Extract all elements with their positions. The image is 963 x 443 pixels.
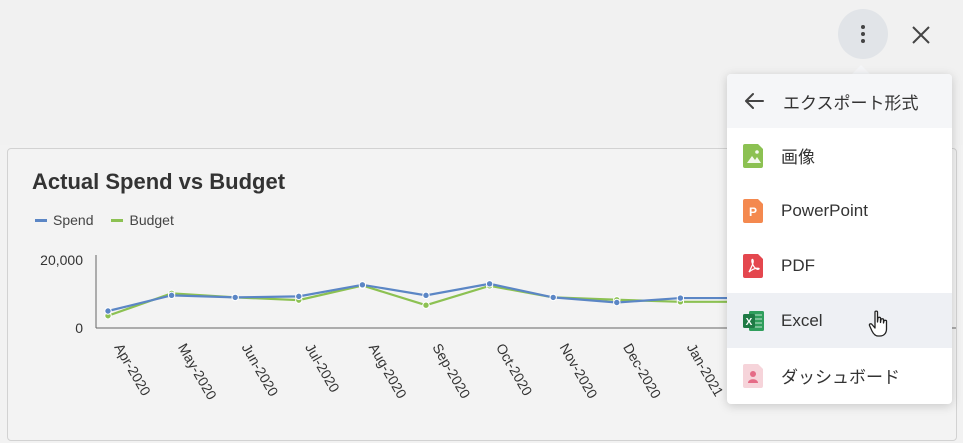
export-powerpoint-item[interactable]: P PowerPoint [727, 183, 952, 238]
data-point-spend [358, 281, 367, 289]
series-line-spend [107, 282, 808, 313]
y-tick-label: 0 [75, 320, 83, 336]
powerpoint-file-letter: P [749, 205, 757, 219]
export-menu-title: エクスポート形式 [783, 93, 919, 113]
pdf-file-icon [743, 253, 763, 278]
x-tick-label: Nov-2020 [557, 341, 601, 402]
x-tick-label: Apr-2020 [111, 341, 154, 399]
excel-file-icon: X [743, 310, 764, 331]
export-pdf-label: PDF [781, 255, 815, 275]
data-point-spend [549, 293, 557, 302]
data-point-spend [104, 307, 112, 315]
powerpoint-file-icon: P [743, 198, 763, 223]
export-excel-label: Excel [781, 310, 823, 330]
x-tick-label: Jan-2021 [684, 341, 727, 400]
export-image-label: 画像 [781, 148, 815, 167]
x-tick-label: Jun-2020 [239, 341, 282, 400]
x-tick-label: Dec-2020 [620, 341, 664, 402]
export-menu-header[interactable]: エクスポート形式 [727, 74, 952, 128]
x-tick-label: Jul-2020 [302, 341, 343, 396]
data-point-budget [422, 301, 430, 309]
x-tick-label: May-2020 [175, 341, 220, 403]
data-point-spend [422, 291, 430, 300]
image-file-icon [743, 143, 763, 168]
data-point-spend [676, 294, 685, 302]
data-point-spend [231, 293, 239, 302]
export-powerpoint-label: PowerPoint [781, 200, 868, 220]
hand-pointer-icon [868, 310, 888, 337]
x-tick-label: Sep-2020 [429, 341, 473, 402]
more-vertical-icon [861, 25, 865, 43]
export-dashboard-label: ダッシュボード [781, 368, 900, 387]
x-tick-label: Oct-2020 [493, 341, 536, 399]
export-excel-item[interactable]: X Excel [727, 293, 952, 348]
data-point-spend [295, 292, 303, 301]
data-point-spend [613, 298, 621, 307]
close-icon [912, 26, 930, 44]
excel-file-letter: X [746, 317, 753, 328]
export-pdf-item[interactable]: PDF [727, 238, 952, 293]
export-image-item[interactable]: 画像 [727, 128, 952, 183]
y-tick-label: 20,000 [40, 252, 83, 268]
export-dashboard-item[interactable]: ダッシュボード [727, 348, 952, 403]
back-arrow-icon [745, 93, 764, 109]
dashboard-file-icon [743, 363, 763, 388]
close-button[interactable] [904, 18, 938, 52]
export-menu: エクスポート形式 画像 P PowerPoint PDF X Excel ダッシ… [727, 74, 952, 404]
data-point-spend [485, 280, 494, 288]
more-options-button[interactable] [838, 9, 888, 59]
x-tick-label: Aug-2020 [366, 341, 410, 402]
data-point-spend [167, 291, 176, 300]
